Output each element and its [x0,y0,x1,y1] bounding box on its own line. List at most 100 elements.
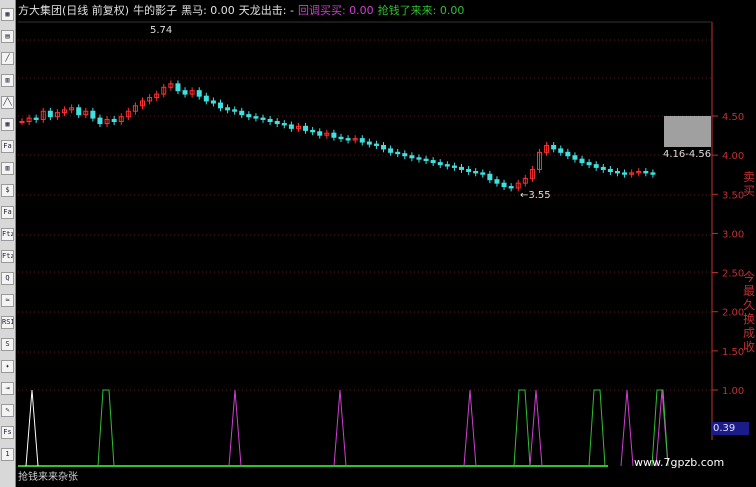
indicator-name: 牛的影子 [133,4,178,17]
toolbar-button-1[interactable]: ▤ [1,30,14,43]
candle-body-10 [90,110,96,119]
toolbar-button-5[interactable]: ▦ [1,118,14,131]
signal-green-0 [97,389,115,467]
candle-body-55 [409,155,415,159]
candle-body-67 [494,179,500,184]
toolbar-button-14[interactable]: RSI [1,316,14,329]
candle-body-77 [565,151,571,157]
candle-body-36 [274,121,280,125]
candle-body-78 [572,155,578,160]
candle-body-46 [345,138,351,141]
candle-body-8 [76,107,82,116]
toolbar-button-18[interactable]: ✎ [1,404,14,417]
candle-body-84 [614,171,620,174]
candle-body-60 [444,164,450,167]
candle-body-22 [175,83,181,92]
toolbar-button-19[interactable]: Fs [1,426,14,439]
candle-body-79 [579,158,585,164]
candle-body-58 [430,160,436,164]
candle-body-45 [338,136,344,140]
toolbar-button-20[interactable]: 1 [1,448,14,461]
candle-body-32 [246,114,252,118]
candle-body-53 [395,151,401,155]
candle-body-63 [466,168,472,173]
candle-body-34 [260,117,266,120]
toolbar-button-7[interactable]: ▥ [1,162,14,175]
candle-body-11 [97,117,103,125]
signal-magenta-5 [655,389,669,467]
candle-body-83 [607,168,613,173]
candle-body-30 [232,109,238,112]
chart-header: 方大集团(日线 前复权) 牛的影子 黑马: 0.00 天龙出击: - 回调买买: 0.0… [18,2,468,18]
watermark: www.7gpzb.com [634,456,725,469]
candle-body-40 [303,125,309,131]
black-horse-value: 黑马: 0.00 [181,4,235,17]
toolbar-button-16[interactable]: ✦ [1,360,14,373]
candle-body-33 [253,116,259,119]
toolbar-button-10[interactable]: Ftz [1,228,14,241]
candle-body-69 [508,186,514,189]
candle-body-13 [111,118,117,123]
candle-body-81 [593,164,599,168]
chart-canvas: 4.50 4.00 3.50 3.00 2.50 2.00 1.50 1.00 [18,21,744,467]
candle-body-64 [473,171,479,174]
candle-body-31 [239,110,245,116]
toolbar-button-9[interactable]: Fa [1,206,14,219]
candle-body-28 [217,102,223,109]
signal-magenta-0 [228,389,242,467]
toolbar-button-4[interactable]: ╱╲ [1,96,14,109]
candle-body-27 [210,100,216,104]
toolbar-button-3[interactable]: ▥ [1,74,14,87]
candle-body-26 [203,95,209,102]
stock-title: 方大集团(日线 前复权) [18,4,130,17]
toolbar-button-0[interactable]: ▦ [1,8,14,21]
candle-body-42 [317,131,323,136]
candle-body-23 [182,90,188,95]
candle-body-35 [267,118,273,123]
toolbar-button-12[interactable]: Q [1,272,14,285]
candle-body-50 [373,143,379,146]
candle-body-2 [33,117,39,120]
indicator-value-badge: 0.39 [711,422,749,435]
toolbar-button-15[interactable]: S [1,338,14,351]
indicator-footer-label: 抢钱来来杂张 [18,472,78,483]
candle-body-49 [366,141,372,145]
signal-green-1 [513,389,531,467]
toolbar-button-6[interactable]: Fa [1,140,14,153]
tianlong-value: 天龙出击: - [238,4,294,17]
price-label-6: 1.50 [722,347,744,358]
candle-body-0 [19,121,25,124]
candle-body-38 [288,124,294,129]
toolbar-button-8[interactable]: $ [1,184,14,197]
candle-body-56 [416,157,422,160]
signal-white-0 [25,389,39,467]
candle-body-88 [643,171,649,174]
candle-body-65 [480,172,486,175]
signal-magenta-3 [529,389,543,467]
price-label-7: 1.00 [722,386,744,397]
right-panel-title-top: 卖买 [742,170,755,198]
price-label-3: 3.00 [722,229,744,240]
signal-green-2 [588,389,606,467]
signal-magenta-2 [463,389,477,467]
candlestick-series [19,80,656,192]
grab-value: 抢钱了来来: 0.00 [377,4,465,17]
candle-body-66 [487,173,493,181]
toolbar-button-13[interactable]: ≈ [1,294,14,307]
candle-body-4 [47,110,53,118]
signal-green-3 [651,389,669,467]
candle-body-85 [622,172,628,175]
signal-indicator-series [18,389,713,467]
signal-magenta-1 [333,389,347,467]
toolbar-button-2[interactable]: ╱ [1,52,14,65]
price-range-box [664,116,711,147]
price-label-4: 2.50 [722,269,744,280]
candle-body-80 [586,162,592,166]
candle-body-25 [196,90,202,97]
toolbar-button-17[interactable]: ⇥ [1,382,14,395]
candle-body-29 [225,107,231,111]
low-price-label: ←3.55 [520,190,551,201]
price-label-2: 3.50 [722,190,744,201]
peak-price-label: 5.74 [150,25,173,36]
toolbar-button-11[interactable]: Ftz [1,250,14,263]
